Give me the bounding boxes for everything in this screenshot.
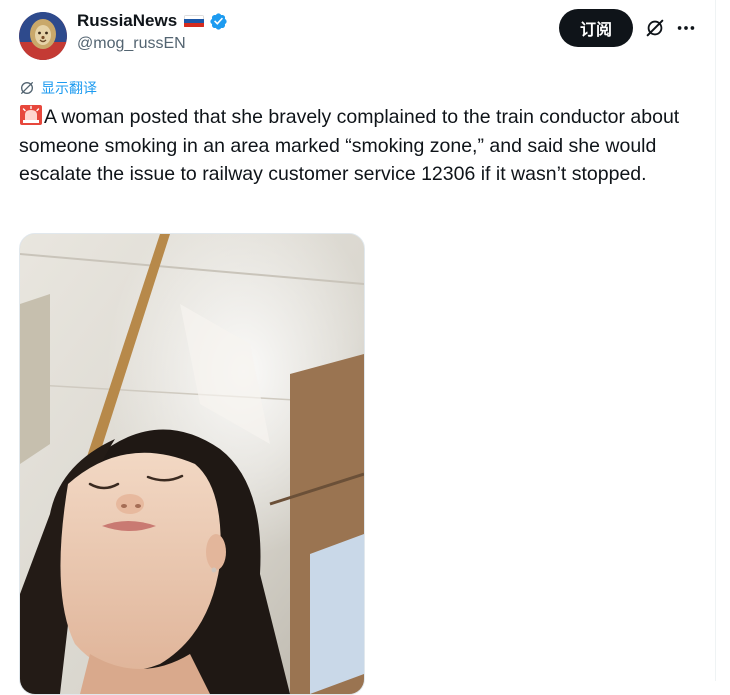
- train-selfie-photo: [20, 234, 364, 694]
- siren-emoji: [20, 105, 42, 125]
- more-icon[interactable]: [675, 17, 697, 39]
- russia-flag-icon: [184, 14, 205, 28]
- tweet-text: A woman posted that she bravely complain…: [19, 106, 680, 185]
- author-display-name[interactable]: RussiaNews: [77, 10, 177, 32]
- verified-badge-icon: [210, 12, 227, 30]
- show-translation-link[interactable]: 显示翻译: [19, 79, 97, 97]
- author-handle[interactable]: @mog_russEN: [77, 34, 186, 54]
- tweet-media-photo[interactable]: [19, 233, 365, 695]
- tweet-text-block: A woman posted that she bravely complain…: [19, 103, 699, 189]
- grok-icon[interactable]: [644, 17, 666, 39]
- column-divider: [715, 0, 716, 681]
- translate-globe-icon: [21, 82, 33, 94]
- tweet-card: RussiaNews @mog_russEN 订阅 显示翻译 A woman p…: [0, 0, 730, 695]
- show-translation-label[interactable]: 显示翻译: [41, 79, 97, 97]
- avatar[interactable]: [19, 12, 67, 60]
- subscribe-button[interactable]: 订阅: [559, 9, 633, 47]
- author-name-row[interactable]: RussiaNews: [77, 10, 228, 32]
